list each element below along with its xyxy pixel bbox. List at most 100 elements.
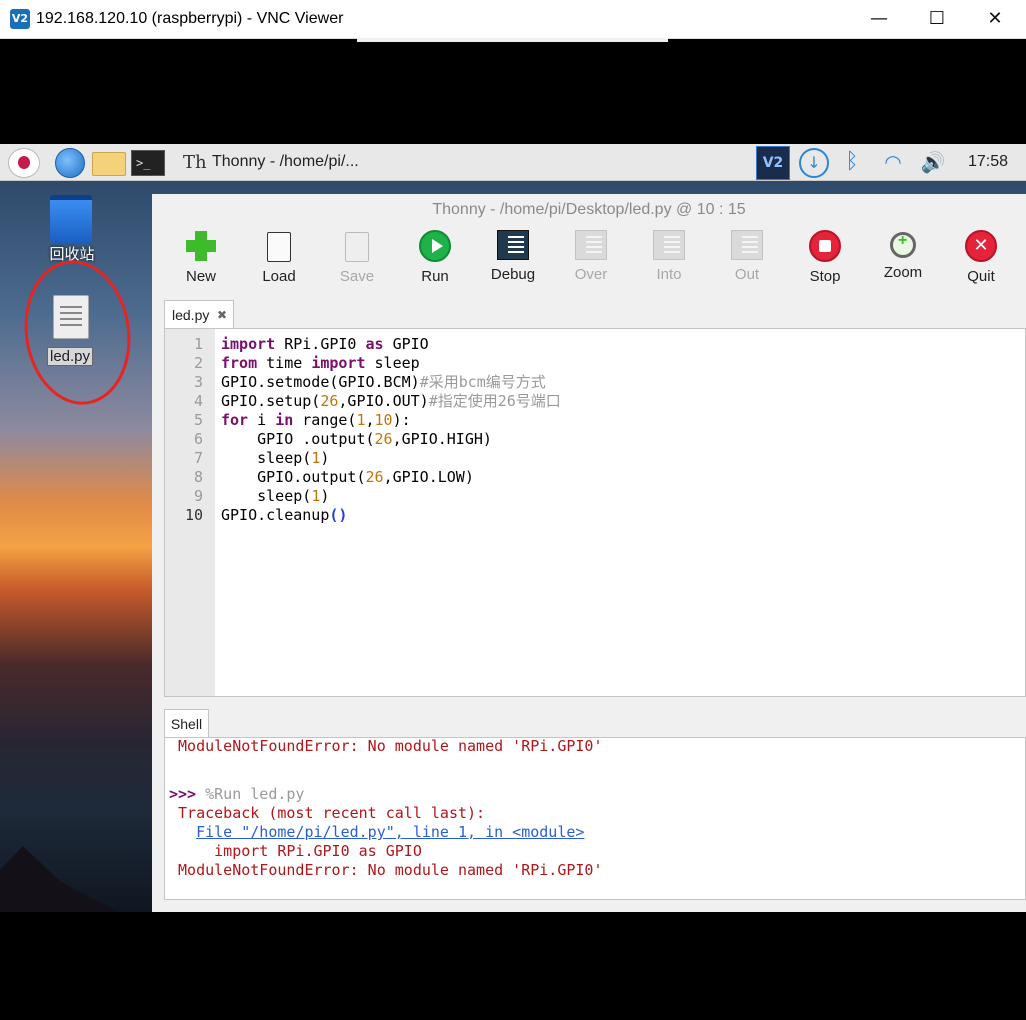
code-line: GPIO.setmode(GPIO.BCM)#采用bcm编号方式 xyxy=(221,373,561,392)
close-button[interactable]: ✕ xyxy=(966,0,1024,38)
code-token: sleep( xyxy=(221,487,312,505)
line-number: 9 xyxy=(193,487,203,505)
step-into-icon xyxy=(653,230,685,260)
save-button[interactable]: Save xyxy=(322,230,392,288)
step-out-button[interactable]: Out xyxy=(712,230,782,288)
tab-close-icon[interactable]: ✖ xyxy=(217,301,227,329)
shell-output-line: ModuleNotFoundError: No module named 'RP… xyxy=(169,861,602,880)
code-line: import RPi.GPI0 as GPIO xyxy=(221,335,561,354)
code-token: sleep xyxy=(365,354,420,372)
minimize-button[interactable]: — xyxy=(850,0,908,38)
raspberry-menu-icon[interactable] xyxy=(8,148,40,178)
code-token: GPIO.cleanup xyxy=(221,506,330,524)
code-token: ) xyxy=(320,449,330,467)
raspberry-pi-taskbar: >_ Th Thonny - /home/pi/... V2 ↓ ᛒ ◠ 🔊 1… xyxy=(0,144,1026,181)
code-token: import xyxy=(221,335,276,353)
save-icon xyxy=(345,232,369,262)
editor-tab-label: led.py xyxy=(172,307,210,323)
code-token: sleep( xyxy=(221,449,312,467)
quit-button[interactable]: ✕ Quit xyxy=(946,230,1016,288)
line-number: 3 xyxy=(193,373,203,391)
wifi-icon[interactable]: ◠ xyxy=(878,148,908,176)
code-token: for xyxy=(221,411,249,429)
code-token: ,GPIO.OUT) xyxy=(338,392,429,410)
code-token: 26 xyxy=(320,392,339,410)
vnc-toolbar-handle[interactable] xyxy=(357,38,668,42)
step-over-button[interactable]: Over xyxy=(556,230,626,288)
code-token: 1 xyxy=(311,487,321,505)
line-number: 2 xyxy=(193,354,203,372)
step-over-icon xyxy=(575,230,607,260)
code-token: , xyxy=(365,411,375,429)
vnc-server-icon[interactable]: V2 xyxy=(756,146,790,180)
code-token: GPIO.output( xyxy=(221,468,366,486)
code-token: 1 xyxy=(311,449,321,467)
step-into-button[interactable]: Into xyxy=(634,230,704,288)
taskbar-thonny-task[interactable]: Thonny - /home/pi/... xyxy=(212,153,359,171)
tab-shell[interactable]: Shell xyxy=(164,709,209,738)
vnc-window-titlebar[interactable]: V2 192.168.120.10 (raspberrypi) - VNC Vi… xyxy=(0,0,1026,39)
code-line: GPIO.output(26,GPIO.LOW) xyxy=(221,468,561,487)
window-title: 192.168.120.10 (raspberrypi) - VNC Viewe… xyxy=(36,10,344,27)
line-number-gutter: 1 2 3 4 5 6 7 8 9 10 xyxy=(165,329,215,696)
remote-screen-letterbox-top xyxy=(0,39,1026,144)
code-token: range( xyxy=(293,411,357,429)
debug-icon xyxy=(497,230,529,260)
vnc-viewer-logo-icon: V2 xyxy=(10,9,30,29)
step-out-icon xyxy=(731,230,763,260)
code-token: 26 xyxy=(374,430,393,448)
traceback-file-link[interactable]: File "/home/pi/led.py", line 1, in <modu… xyxy=(196,823,584,841)
line-number: 5 xyxy=(193,411,203,429)
code-line: from time import sleep xyxy=(221,354,561,373)
thonny-icon[interactable]: Th xyxy=(183,152,207,173)
code-token: ) xyxy=(320,487,330,505)
shell-token xyxy=(169,823,196,841)
quit-icon: ✕ xyxy=(965,230,997,262)
new-button[interactable]: New xyxy=(166,230,236,288)
code-token: #指定使用26号端口 xyxy=(428,392,561,410)
line-number: 4 xyxy=(193,392,203,410)
code-editor[interactable]: 1 2 3 4 5 6 7 8 9 10 import RPi.GPI0 as GPIO from … xyxy=(164,328,1026,697)
download-icon[interactable]: ↓ xyxy=(799,148,829,178)
zoom-button[interactable]: Zoom xyxy=(868,230,938,288)
code-token: 1 xyxy=(356,411,366,429)
code-token: GPIO xyxy=(383,335,429,353)
zoom-icon xyxy=(890,232,916,258)
code-line: sleep(1) xyxy=(221,449,561,468)
volume-icon[interactable]: 🔊 xyxy=(918,148,948,176)
code-token: RPi.GPI0 xyxy=(275,335,366,353)
code-token: 10 xyxy=(374,411,393,429)
thonny-window-title: Thonny - /home/pi/Desktop/led.py @ 10 : … xyxy=(432,201,746,218)
shell-token: ModuleNotFoundError: No module named 'RP… xyxy=(169,861,603,879)
editor-tab-led-py[interactable]: led.py ✖ xyxy=(164,300,234,329)
debug-button[interactable]: Debug xyxy=(478,230,548,288)
shell-token: >>> xyxy=(169,785,197,803)
line-number: 7 xyxy=(193,449,203,467)
code-text[interactable]: import RPi.GPI0 as GPIO from time import … xyxy=(221,335,561,525)
code-token: GPIO.setmode(GPIO.BCM) xyxy=(221,373,420,391)
code-line: GPIO .output(26,GPIO.HIGH) xyxy=(221,430,561,449)
shell-panel[interactable]: ModuleNotFoundError: No module named 'RP… xyxy=(164,737,1026,900)
desktop-recycle-bin[interactable]: 回收站 xyxy=(42,195,102,265)
stop-button[interactable]: Stop xyxy=(790,230,860,288)
shell-token: %Run led.py xyxy=(196,785,305,803)
code-token: () xyxy=(329,506,348,524)
code-token: 26 xyxy=(365,468,384,486)
taskbar-clock[interactable]: 17:58 xyxy=(968,153,1008,171)
load-button[interactable]: Load xyxy=(244,230,314,288)
code-token: ): xyxy=(392,411,411,429)
shell-output-line: Traceback (most recent call last): xyxy=(169,804,485,823)
terminal-icon[interactable]: >_ xyxy=(131,150,165,176)
run-icon xyxy=(419,230,451,262)
bluetooth-icon[interactable]: ᛒ xyxy=(840,148,864,176)
file-manager-icon[interactable] xyxy=(92,152,126,176)
code-line: GPIO.setup(26,GPIO.OUT)#指定使用26号端口 xyxy=(221,392,561,411)
load-file-icon xyxy=(267,232,291,262)
code-line: sleep(1) xyxy=(221,487,561,506)
code-token: time xyxy=(257,354,312,372)
shell-token: import RPi.GPI0 as GPIO xyxy=(169,842,422,860)
run-button[interactable]: Run xyxy=(400,230,470,288)
web-browser-icon[interactable] xyxy=(55,148,85,178)
remote-screen-letterbox-bottom xyxy=(0,912,1026,1020)
maximize-button[interactable]: ☐ xyxy=(908,0,966,38)
